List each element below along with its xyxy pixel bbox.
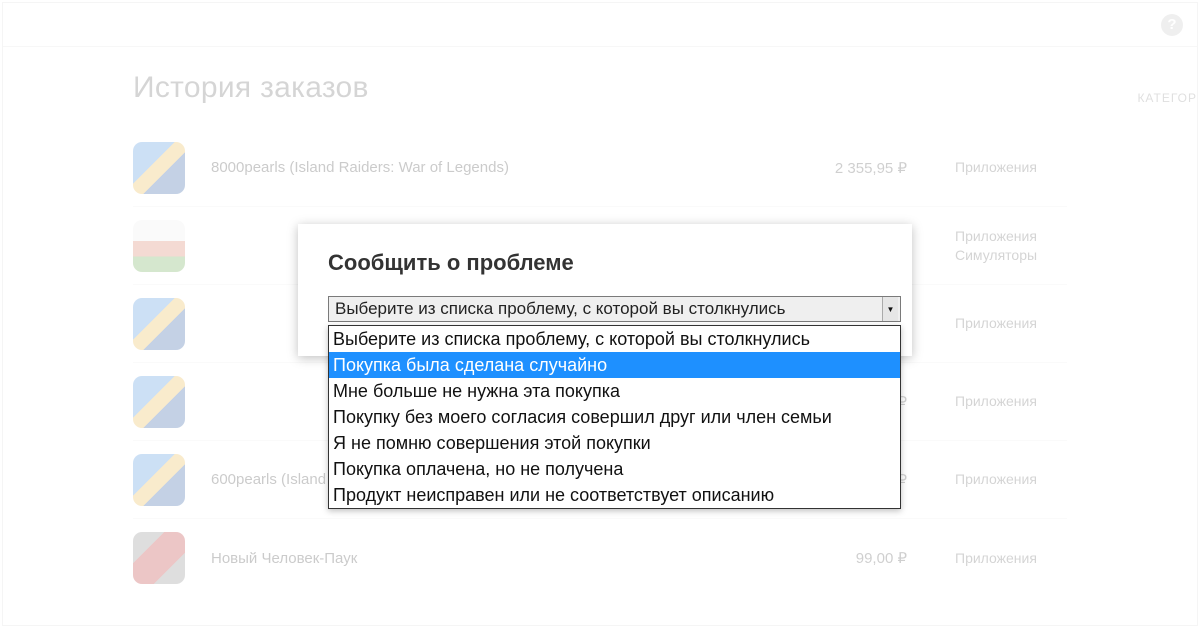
order-category: Приложения	[907, 470, 1067, 488]
problem-dropdown-list[interactable]: Выберите из списка проблему, с которой в…	[328, 325, 901, 509]
dropdown-option[interactable]: Я не помню совершения этой покупки	[329, 430, 900, 456]
page-title: История заказов	[3, 47, 1197, 105]
dropdown-option[interactable]: Покупка оплачена, но не получена	[329, 456, 900, 482]
app-icon	[133, 142, 185, 194]
dropdown-option[interactable]: Покупка была сделана случайно	[329, 352, 900, 378]
categories-link[interactable]: КАТЕГОР	[1137, 91, 1197, 105]
dropdown-option[interactable]: Выберите из списка проблему, с которой в…	[329, 326, 900, 352]
dropdown-option[interactable]: Покупку без моего согласия совершил друг…	[329, 404, 900, 430]
order-category: ПриложенияСимуляторы	[907, 227, 1067, 263]
app-icon	[133, 532, 185, 584]
dropdown-option[interactable]: Мне больше не нужна эта покупка	[329, 378, 900, 404]
order-category: Приложения	[907, 549, 1067, 567]
help-icon[interactable]: ?	[1161, 14, 1183, 36]
problem-select-value: Выберите из списка проблему, с которой в…	[335, 299, 785, 319]
problem-select[interactable]: Выберите из списка проблему, с которой в…	[328, 296, 901, 322]
app-icon	[133, 376, 185, 428]
order-category: Приложения	[907, 158, 1067, 176]
top-bar: ?	[3, 3, 1197, 47]
order-row[interactable]: 8000pearls (Island Raiders: War of Legen…	[133, 129, 1067, 207]
order-category: Приложения	[907, 314, 1067, 332]
app-icon	[133, 220, 185, 272]
order-price: 99,00 ₽	[787, 549, 907, 567]
chevron-down-icon: ▼	[882, 297, 898, 321]
order-name: 8000pearls (Island Raiders: War of Legen…	[211, 159, 787, 176]
order-category: Приложения	[907, 392, 1067, 410]
dropdown-option[interactable]: Продукт неисправен или не соответствует …	[329, 482, 900, 508]
dialog-title: Сообщить о проблеме	[328, 250, 882, 276]
order-name: Новый Человек-Паук	[211, 550, 787, 567]
app-icon	[133, 454, 185, 506]
app-icon	[133, 298, 185, 350]
order-price: 2 355,95 ₽	[787, 159, 907, 177]
order-row[interactable]: Новый Человек-Паук99,00 ₽Приложения	[133, 519, 1067, 597]
